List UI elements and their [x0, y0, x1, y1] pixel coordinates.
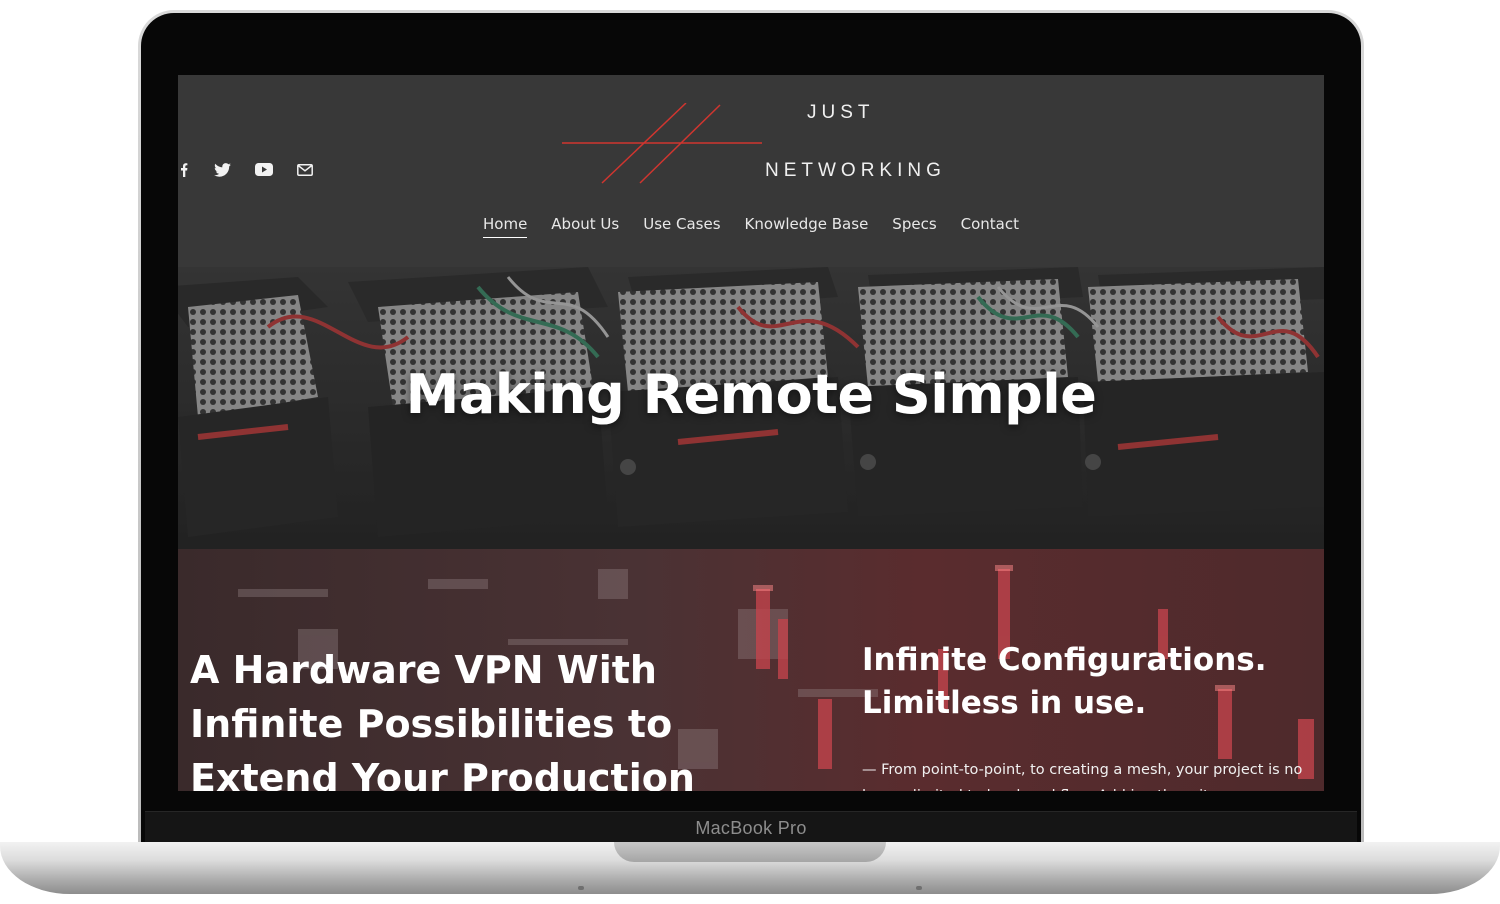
logo-text-networking: NETWORKING: [765, 160, 946, 181]
nav-home[interactable]: Home: [483, 215, 528, 238]
twitter-icon: [214, 162, 231, 177]
email-icon: [297, 163, 313, 176]
screen-bezel: JUST NETWORKING Home About Us Use Cases …: [141, 13, 1361, 845]
email-link[interactable]: [297, 163, 313, 176]
site-header: JUST NETWORKING Home About Us Use Cases …: [178, 75, 1324, 267]
laptop-foot: [916, 886, 922, 890]
facebook-link[interactable]: [178, 162, 190, 177]
laptop-foot: [578, 886, 584, 890]
feature-right-heading: Infinite Configurations. Limitless in us…: [862, 642, 1267, 721]
main-nav: Home About Us Use Cases Knowledge Base S…: [178, 215, 1324, 238]
feature-right-body: — From point-to-point, to creating a mes…: [862, 762, 1303, 791]
feature-left-heading: A Hardware VPN With Infinite Possibiliti…: [190, 648, 695, 791]
twitter-link[interactable]: [214, 162, 231, 177]
youtube-link[interactable]: [255, 163, 273, 176]
laptop-mockup: JUST NETWORKING Home About Us Use Cases …: [0, 0, 1500, 904]
lid-notch: [614, 842, 886, 862]
nav-knowledge-base[interactable]: Knowledge Base: [745, 215, 869, 238]
social-links: [178, 162, 313, 177]
laptop-base: [0, 842, 1500, 894]
logo-mark[interactable]: [562, 103, 762, 185]
nav-contact[interactable]: Contact: [961, 215, 1019, 238]
nav-use-cases[interactable]: Use Cases: [643, 215, 720, 238]
nav-about-us[interactable]: About Us: [551, 215, 619, 238]
laptop-lid: JUST NETWORKING Home About Us Use Cases …: [138, 10, 1364, 848]
screen-chin: MacBook Pro: [145, 811, 1357, 845]
logo-text-just: JUST: [807, 102, 875, 123]
feature-section: A Hardware VPN With Infinite Possibiliti…: [178, 549, 1324, 791]
website-viewport: JUST NETWORKING Home About Us Use Cases …: [178, 75, 1324, 791]
hero-title: Making Remote Simple: [405, 363, 1097, 426]
youtube-icon: [255, 163, 273, 176]
nav-specs[interactable]: Specs: [892, 215, 936, 238]
facebook-icon: [181, 163, 188, 177]
device-brand-label: MacBook Pro: [695, 818, 807, 838]
hero-banner: Making Remote Simple: [178, 267, 1324, 549]
